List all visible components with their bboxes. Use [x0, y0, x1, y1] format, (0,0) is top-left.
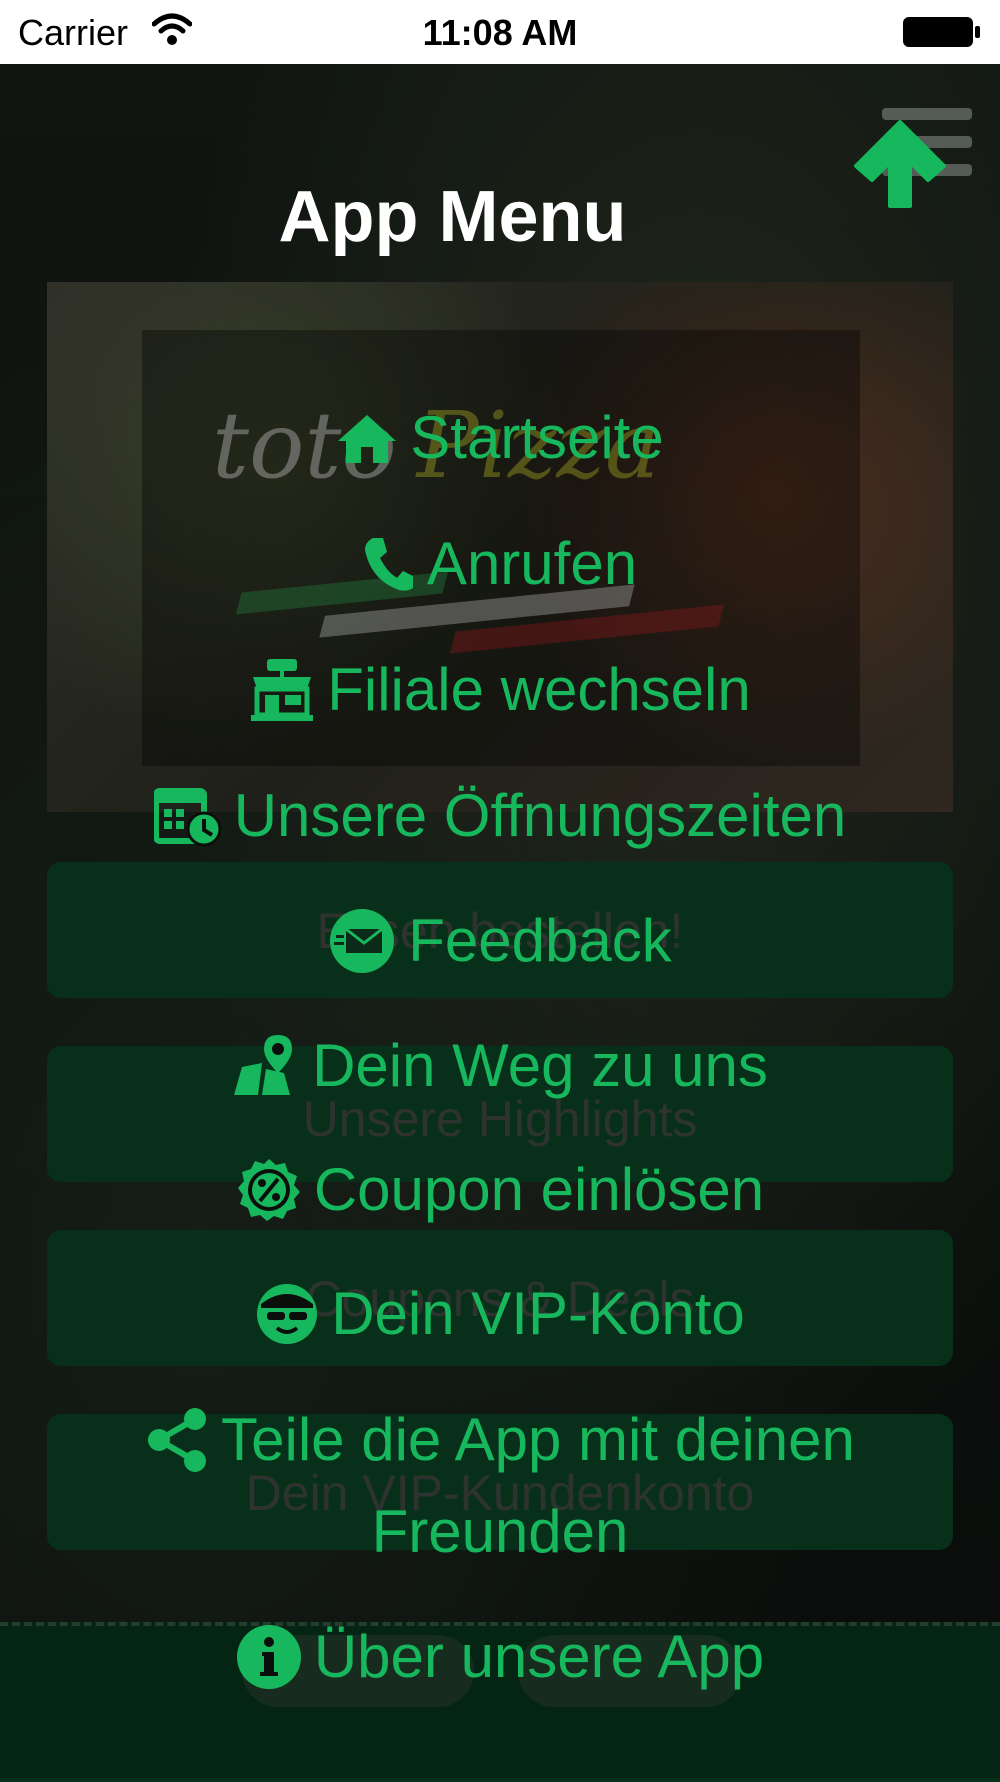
status-bar: Carrier 11:08 AM: [0, 0, 1000, 64]
menu-item-label-line2: Freunden: [371, 1498, 629, 1566]
menu-item-oeffnungszeiten[interactable]: Unsere Öffnungszeiten: [0, 766, 1000, 862]
share-icon: [148, 1408, 207, 1473]
menu-item-coupon-einloesen[interactable]: Coupon einlösen: [0, 1140, 1000, 1236]
menu-title: App Menu: [278, 177, 627, 257]
vip-face-icon: [257, 1284, 318, 1345]
menu-item-label: Dein VIP-Konto: [331, 1280, 745, 1348]
percent-badge-icon: [237, 1159, 300, 1222]
menu-item-label: Filiale wechseln: [327, 656, 751, 724]
menu-item-weg-zu-uns[interactable]: Dein Weg zu uns: [0, 1016, 1000, 1112]
battery-icon: [903, 17, 980, 47]
menu-item-label: Startseite: [410, 404, 664, 472]
info-icon: [236, 1625, 301, 1690]
menu-item-startseite[interactable]: Startseite: [0, 388, 1000, 484]
menu-item-filiale-wechseln[interactable]: Filiale wechseln: [0, 640, 1000, 736]
menu-item-anrufen[interactable]: Anrufen: [0, 514, 1000, 610]
menu-item-app-teilen[interactable]: Teile die App mit deinen Freunden: [0, 1390, 1000, 1578]
mail-icon: [330, 909, 395, 974]
menu-item-label: Dein Weg zu uns: [312, 1032, 768, 1100]
home-icon: [338, 415, 397, 464]
menu-item-label: Unsere Öffnungszeiten: [233, 782, 847, 850]
menu-item-label: Teile die App mit deinen: [221, 1406, 855, 1474]
menu-item-vip-konto[interactable]: Dein VIP-Konto: [0, 1264, 1000, 1360]
menu-item-label: Coupon einlösen: [313, 1156, 765, 1224]
shop-icon: [251, 659, 314, 722]
menu-item-feedback[interactable]: Feedback: [0, 891, 1000, 987]
menu-item-ueber-app[interactable]: Über unsere App: [0, 1607, 1000, 1703]
menu-item-label: Anrufen: [426, 530, 638, 598]
calendar-clock-icon: [153, 788, 222, 847]
map-pin-icon: [234, 1035, 293, 1096]
clock: 11:08 AM: [422, 12, 578, 53]
menu-item-label: Über unsere App: [313, 1623, 765, 1691]
menu-item-label: Feedback: [408, 907, 672, 975]
phone-icon: [364, 538, 413, 591]
